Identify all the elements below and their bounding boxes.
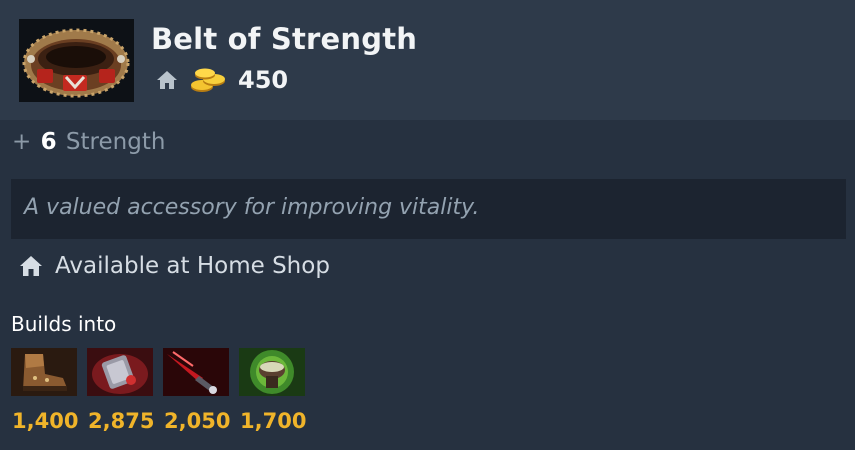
item-header: Belt of Strength 450: [0, 0, 855, 120]
sange-icon[interactable]: [87, 348, 153, 396]
build-item-price: 1,400: [12, 409, 79, 433]
builds-into-label: Builds into: [11, 312, 117, 336]
lore-box: A valued accessory for improving vitalit…: [11, 179, 846, 239]
builds-into-list: 1,400 2,875 2,050 1,700: [11, 348, 315, 433]
build-item[interactable]: 2,875: [87, 348, 155, 433]
home-icon: [157, 71, 177, 89]
item-title: Belt of Strength: [151, 22, 418, 56]
build-item-price: 2,875: [88, 409, 155, 433]
shop-availability: Available at Home Shop: [19, 251, 330, 281]
shop-availability-text: Available at Home Shop: [55, 253, 330, 279]
build-item-price: 1,700: [240, 409, 307, 433]
build-item[interactable]: 1,700: [239, 348, 307, 433]
lore-text: A valued accessory for improving vitalit…: [24, 195, 480, 220]
gold-coins-icon: [191, 68, 225, 92]
build-item-price: 2,050: [164, 409, 231, 433]
stat-attribute: Strength: [65, 129, 166, 155]
belt-of-strength-icon: [19, 19, 134, 102]
stat-value: 6: [40, 129, 57, 155]
build-item[interactable]: 2,050: [163, 348, 231, 433]
build-item[interactable]: 1,400: [11, 348, 79, 433]
home-icon: [20, 256, 42, 276]
stat-bonus: + 6 Strength: [12, 129, 165, 155]
item-cost: 450: [156, 64, 288, 96]
power-treads-icon[interactable]: [11, 348, 77, 396]
stat-prefix: +: [12, 129, 32, 155]
bloodthorn-blade-icon[interactable]: [163, 348, 229, 396]
pavise-icon[interactable]: [239, 348, 305, 396]
item-cost-value: 450: [238, 66, 289, 94]
